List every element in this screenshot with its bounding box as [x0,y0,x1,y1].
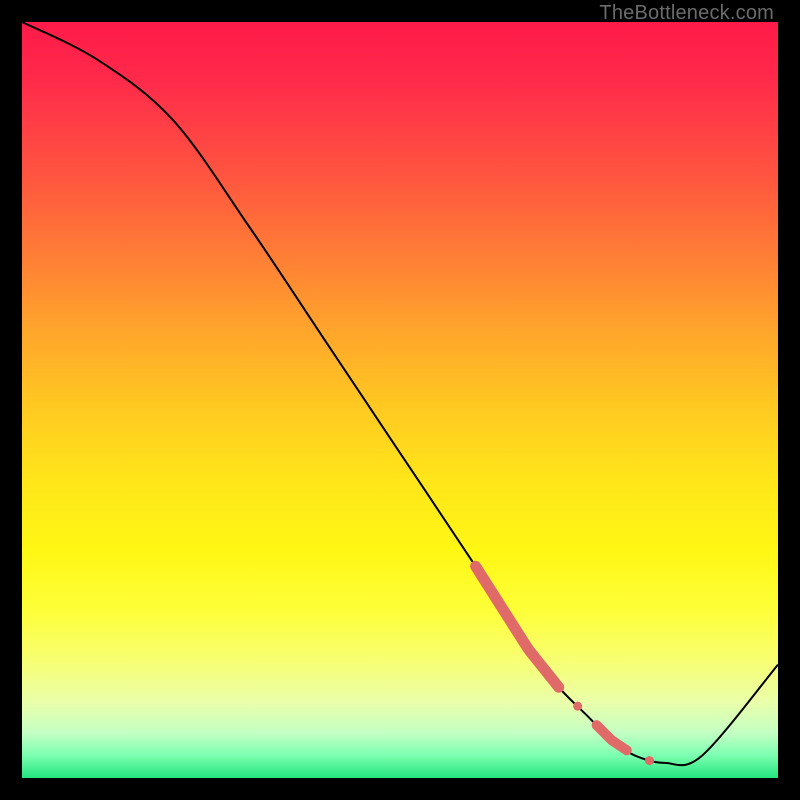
watermark-text: TheBottleneck.com [599,2,774,25]
chart-frame [0,0,800,800]
